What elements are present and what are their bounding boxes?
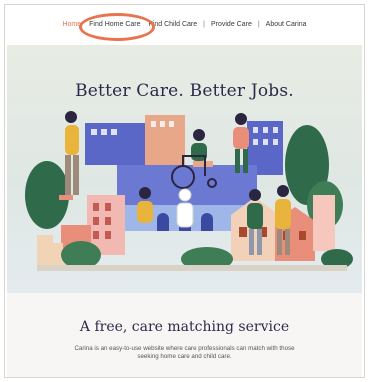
nav-separator: |: [257, 20, 260, 28]
nav-separator: |: [203, 20, 205, 28]
top-nav: Home Find Home Care Find Child Care | Pr…: [5, 5, 364, 43]
nav-about-carina[interactable]: About Carina: [266, 21, 307, 28]
nav-find-home-care[interactable]: Find Home Care: [89, 21, 140, 28]
nav-provide-care[interactable]: Provide Care: [211, 21, 252, 28]
hero-illustration: [25, 111, 353, 271]
intro-title: A free, care matching service: [79, 319, 290, 335]
intro-section: A free, care matching service Carina is …: [7, 293, 362, 377]
person-figure-wheelchair: [191, 129, 213, 167]
person-figure-top-right: [233, 113, 249, 173]
nav-find-child-care[interactable]: Find Child Care: [149, 21, 198, 28]
nav-home[interactable]: Home: [62, 21, 81, 28]
intro-description: Carina is an easy-to-use website where c…: [74, 345, 295, 360]
page-frame: Home Find Home Care Find Child Care | Pr…: [4, 4, 365, 378]
hero-banner: Better Care. Better Jobs.: [7, 45, 362, 293]
